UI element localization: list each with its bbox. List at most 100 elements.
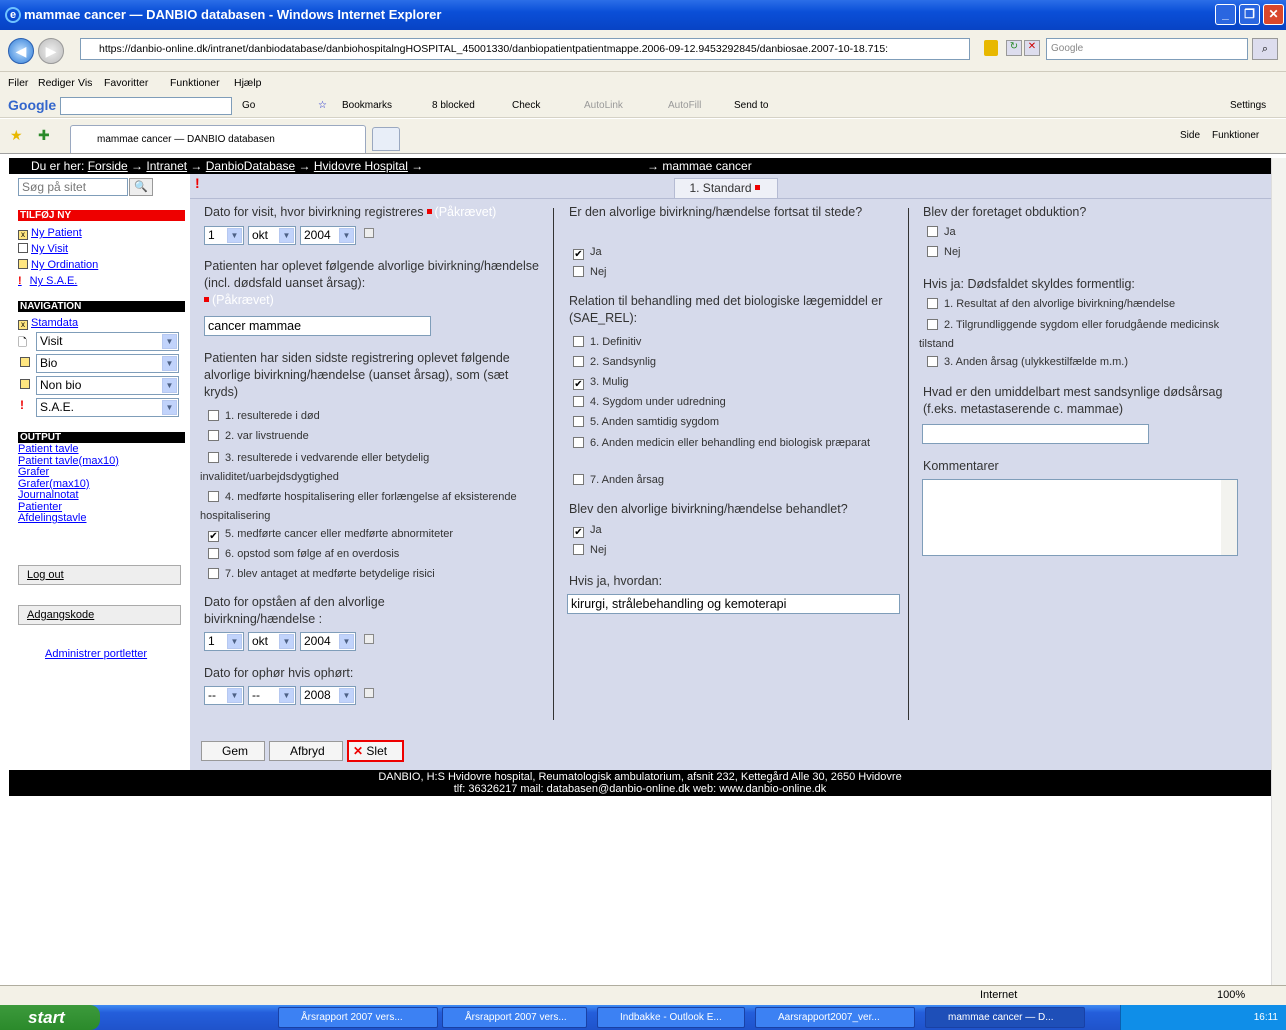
- visit-year-select[interactable]: 2004 ▼: [300, 226, 356, 245]
- checkbox[interactable]: ✔: [573, 379, 584, 390]
- checkbox[interactable]: [573, 336, 584, 347]
- checkbox[interactable]: [573, 474, 584, 485]
- stop-icon[interactable]: ✕: [1024, 40, 1040, 56]
- cancel-button[interactable]: Afbryd: [269, 741, 343, 761]
- checkbox[interactable]: [927, 319, 938, 330]
- lock-icon[interactable]: [984, 40, 998, 56]
- since-option-3[interactable]: 3. resulterede i vedvarende eller betyde…: [200, 449, 530, 487]
- since-option-6[interactable]: 6. opstod som følge af en overdosis: [208, 548, 399, 560]
- relation-option-1[interactable]: 1. Definitiv: [573, 336, 641, 348]
- checkbox[interactable]: [573, 356, 584, 367]
- checkbox[interactable]: [927, 246, 938, 257]
- treated-yes[interactable]: ✔ Ja: [573, 524, 602, 538]
- checkbox[interactable]: [208, 568, 219, 579]
- save-button[interactable]: Gem: [201, 741, 265, 761]
- refresh-icon[interactable]: ↻: [1006, 40, 1022, 56]
- relation-option-2[interactable]: 2. Sandsynlig: [573, 356, 656, 368]
- death-option-1[interactable]: 1. Resultat af den alvorlige bivirkning/…: [927, 298, 1175, 310]
- taskbar-item-3[interactable]: Indbakke - Outlook E...: [597, 1007, 745, 1028]
- autopsy-yes[interactable]: Ja: [927, 226, 956, 238]
- admin-portlets-link[interactable]: Administrer portletter: [45, 648, 147, 660]
- output-journalnotat[interactable]: Journalnotat: [18, 489, 119, 502]
- calendar-icon[interactable]: [364, 688, 374, 698]
- checkbox[interactable]: ✔: [573, 249, 584, 260]
- address-input[interactable]: https://danbio-online.dk/intranet/danbio…: [80, 38, 970, 60]
- how-input[interactable]: kirurgi, strålebehandling og kemoterapi: [567, 594, 900, 614]
- delete-button[interactable]: ✕ Slet: [347, 740, 404, 762]
- experienced-input[interactable]: cancer mammae: [204, 316, 431, 336]
- cmd-side[interactable]: Side: [1180, 130, 1200, 141]
- end-month-select[interactable]: -- ▼: [248, 686, 296, 705]
- menu-edit[interactable]: Rediger: [38, 77, 75, 89]
- onset-year-select[interactable]: 2004 ▼: [300, 632, 356, 651]
- still-yes[interactable]: ✔ Ja: [573, 246, 602, 260]
- close-button[interactable]: ✕: [1263, 4, 1284, 25]
- sidebar-new-sae[interactable]: ! Ny S.A.E.: [18, 275, 77, 287]
- output-patient-tavle[interactable]: Patient tavle: [18, 443, 119, 456]
- checkbox[interactable]: [208, 410, 219, 421]
- autofill-button[interactable]: AutoFill: [668, 100, 701, 111]
- logout-button[interactable]: Log out: [18, 565, 181, 585]
- tab-active[interactable]: mammae cancer — DANBIO databasen: [70, 125, 366, 153]
- back-button[interactable]: ◀: [8, 38, 34, 64]
- check-button[interactable]: Check: [512, 100, 540, 111]
- taskbar-item-1[interactable]: Årsrapport 2007 vers...: [278, 1007, 438, 1028]
- menu-file[interactable]: Filer: [8, 77, 28, 89]
- checkbox[interactable]: [573, 437, 584, 448]
- minimize-button[interactable]: _: [1215, 4, 1236, 25]
- autolink-button[interactable]: AutoLink: [584, 100, 623, 111]
- cause-input[interactable]: [922, 424, 1149, 444]
- sidebar-new-ordination[interactable]: Ny Ordination: [18, 259, 98, 271]
- relation-option-7[interactable]: 7. Anden årsag: [573, 474, 664, 486]
- onset-month-select[interactable]: okt ▼: [248, 632, 296, 651]
- checkbox[interactable]: [573, 266, 584, 277]
- end-day-select[interactable]: -- ▼: [204, 686, 244, 705]
- menu-tools[interactable]: Funktioner: [170, 77, 220, 89]
- autopsy-no[interactable]: Nej: [927, 246, 961, 258]
- menu-view[interactable]: Vis: [78, 77, 92, 89]
- calendar-icon[interactable]: [364, 228, 374, 238]
- search-input[interactable]: Google: [1046, 38, 1248, 60]
- sidebar-stamdata[interactable]: x Stamdata: [18, 317, 78, 330]
- taskbar-item-4[interactable]: Aarsrapport2007_ver...: [755, 1007, 915, 1028]
- relation-option-5[interactable]: 5. Anden samtidig sygdom: [573, 416, 719, 428]
- checkbox[interactable]: [573, 544, 584, 555]
- sae-select[interactable]: S.A.E. ▼: [36, 398, 179, 417]
- site-search-button[interactable]: 🔍: [129, 178, 153, 196]
- treated-no[interactable]: Nej: [573, 544, 607, 556]
- calendar-icon[interactable]: [364, 634, 374, 644]
- relation-option-6[interactable]: 6. Anden medicin eller behandling end bi…: [565, 434, 895, 453]
- breadcrumb-intranet[interactable]: Intranet: [146, 159, 187, 173]
- checkbox[interactable]: [208, 548, 219, 559]
- menu-favorites[interactable]: Favoritter: [104, 77, 148, 89]
- checkbox[interactable]: [208, 430, 219, 441]
- checkbox[interactable]: [927, 356, 938, 367]
- menu-help[interactable]: Hjælp: [234, 77, 261, 89]
- breadcrumb-hospital[interactable]: Hvidovre Hospital: [314, 159, 408, 173]
- onset-day-select[interactable]: 1 ▼: [204, 632, 244, 651]
- death-option-3[interactable]: 3. Anden årsag (ulykkestilfælde m.m.): [927, 356, 1128, 368]
- bookmarks-button[interactable]: Bookmarks: [342, 100, 392, 111]
- favorites-star-icon[interactable]: ★: [10, 127, 23, 144]
- start-button[interactable]: start: [0, 1005, 100, 1030]
- settings-button[interactable]: Settings: [1230, 100, 1266, 111]
- relation-option-3[interactable]: ✔ 3. Mulig: [573, 376, 629, 390]
- output-grafer[interactable]: Grafer: [18, 466, 119, 479]
- nonbio-select[interactable]: Non bio ▼: [36, 376, 179, 395]
- visit-day-select[interactable]: 1 ▼: [204, 226, 244, 245]
- cmd-funktioner[interactable]: Funktioner: [1212, 130, 1259, 141]
- textarea-scrollbar[interactable]: [1221, 480, 1237, 555]
- password-button[interactable]: Adgangskode: [18, 605, 181, 625]
- visit-select[interactable]: Visit ▼: [36, 332, 179, 351]
- since-option-1[interactable]: 1. resulterede i død: [208, 410, 320, 422]
- checkbox[interactable]: [208, 491, 219, 502]
- send-to-button[interactable]: Send to: [734, 100, 768, 111]
- visit-month-select[interactable]: okt ▼: [248, 226, 296, 245]
- checkbox[interactable]: [573, 416, 584, 427]
- checkbox[interactable]: [208, 452, 219, 463]
- maximize-button[interactable]: ❐: [1239, 4, 1260, 25]
- popup-blocker-button[interactable]: 8 blocked: [432, 100, 475, 111]
- bio-select[interactable]: Bio ▼: [36, 354, 179, 373]
- sidebar-new-patient[interactable]: x Ny Patient: [18, 227, 82, 240]
- go-button[interactable]: Go: [242, 100, 255, 111]
